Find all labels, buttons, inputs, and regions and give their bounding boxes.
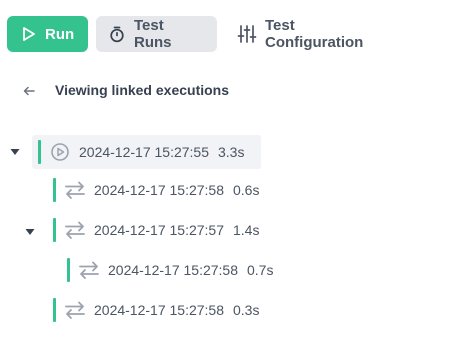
execution-timestamp: 2024-12-17 15:27:58 (94, 302, 224, 318)
execution-duration: 3.3s (218, 144, 245, 160)
status-bar (67, 258, 70, 282)
sliders-icon (237, 25, 257, 43)
play-circle-icon (51, 143, 69, 161)
execution-timestamp: 2024-12-17 15:27:58 (108, 262, 238, 278)
execution-duration: 1.4s (233, 222, 260, 238)
status-bar (53, 218, 56, 242)
expand-caret-icon[interactable] (24, 226, 36, 238)
execution-row[interactable]: 2024-12-17 15:27:57 1.4s (53, 213, 283, 247)
execution-row[interactable]: 2024-12-17 15:27:55 3.3s (32, 135, 261, 169)
execution-timestamp: 2024-12-17 15:27:55 (79, 144, 209, 160)
test-runs-button[interactable]: Test Runs (96, 16, 217, 52)
execution-timestamp: 2024-12-17 15:27:58 (94, 182, 224, 198)
swap-arrows-icon (65, 301, 85, 319)
run-button-label: Run (45, 25, 75, 43)
page-title: Viewing linked executions (55, 82, 230, 98)
test-configuration-button[interactable]: Test Configuration (225, 16, 409, 52)
test-configuration-button-label: Test Configuration (265, 17, 364, 51)
run-button[interactable]: Run (7, 16, 88, 52)
swap-arrows-icon (65, 221, 85, 239)
status-bar (53, 178, 56, 202)
test-runs-button-label: Test Runs (134, 17, 172, 51)
play-icon (23, 27, 35, 41)
execution-row[interactable]: 2024-12-17 15:27:58 0.6s (53, 173, 283, 207)
test-runs-page: Run Test Runs Test Configuration Viewing… (0, 0, 455, 360)
swap-arrows-icon (65, 181, 85, 199)
expand-caret-icon[interactable] (9, 146, 21, 158)
status-bar (53, 298, 56, 322)
execution-duration: 0.3s (233, 302, 260, 318)
execution-duration: 0.7s (247, 262, 274, 278)
status-bar (38, 140, 41, 164)
swap-arrows-icon (79, 261, 99, 279)
stopwatch-icon (110, 26, 124, 43)
execution-duration: 0.6s (233, 182, 260, 198)
execution-row[interactable]: 2024-12-17 15:27:58 0.3s (53, 293, 283, 327)
execution-row[interactable]: 2024-12-17 15:27:58 0.7s (67, 253, 297, 287)
execution-timestamp: 2024-12-17 15:27:57 (94, 222, 224, 238)
back-arrow-icon[interactable] (21, 83, 37, 99)
